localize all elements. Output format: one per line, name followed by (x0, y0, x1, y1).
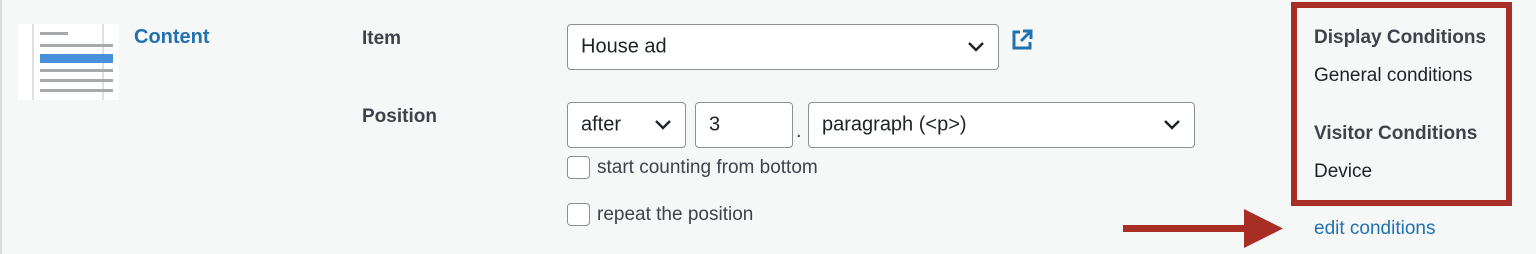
start-counting-from-bottom-label: start counting from bottom (597, 156, 818, 178)
external-link-icon[interactable] (1010, 28, 1034, 52)
repeat-position-checkbox[interactable] (567, 203, 590, 226)
display-conditions-heading: Display Conditions (1314, 27, 1487, 48)
repeat-position-label: repeat the position (597, 203, 754, 225)
position-element-select[interactable]: paragraph (<p>) (808, 102, 1195, 148)
display-conditions-value: General conditions (1314, 65, 1473, 86)
item-select[interactable]: House ad (567, 24, 999, 70)
chevron-down-icon (968, 42, 984, 52)
arrow-right-icon (1123, 209, 1283, 248)
panel-left-border (0, 0, 2, 254)
edit-conditions-link[interactable]: edit conditions (1314, 218, 1435, 240)
item-select-value: House ad (581, 35, 667, 58)
position-element-value: paragraph (<p>) (822, 113, 967, 136)
repeat-position-option[interactable]: repeat the position (567, 203, 753, 226)
start-counting-from-bottom-option[interactable]: start counting from bottom (567, 156, 818, 179)
start-counting-from-bottom-checkbox[interactable] (567, 156, 590, 179)
position-separator: . (796, 120, 802, 142)
content-placement-thumbnail-icon (18, 24, 119, 100)
visitor-conditions-heading: Visitor Conditions (1314, 123, 1478, 144)
placement-name-link[interactable]: Content (134, 26, 210, 49)
position-label: Position (362, 106, 437, 127)
item-label: Item (362, 28, 402, 49)
position-index-input[interactable]: 3 (695, 102, 793, 148)
visitor-conditions-value: Device (1314, 161, 1373, 182)
chevron-down-icon (655, 120, 671, 130)
position-index-value: 3 (709, 113, 721, 136)
position-when-value: after (581, 113, 622, 136)
position-when-select[interactable]: after (567, 102, 686, 148)
chevron-down-icon (1164, 120, 1180, 130)
